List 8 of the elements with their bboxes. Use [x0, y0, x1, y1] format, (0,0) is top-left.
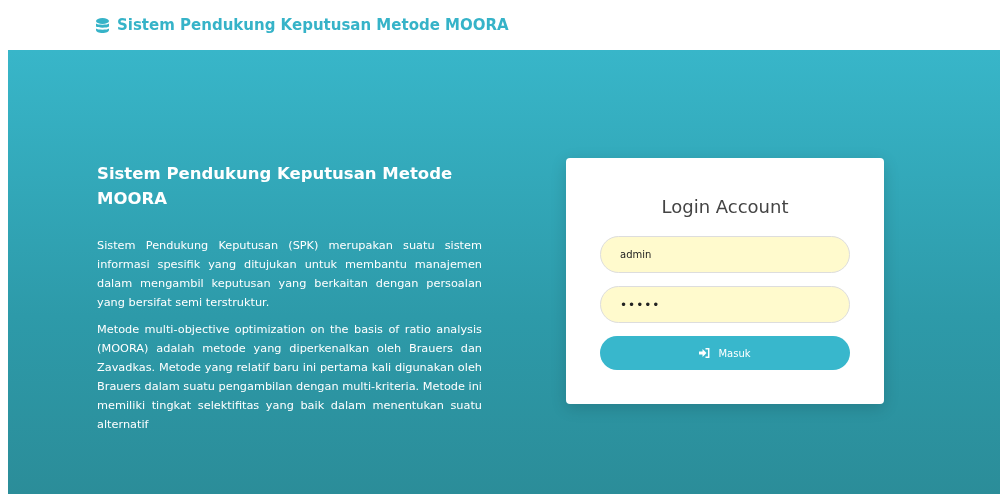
username-field[interactable]: admin — [600, 236, 850, 273]
password-field[interactable]: ••••• — [600, 286, 850, 323]
database-icon — [96, 17, 109, 33]
description-paragraph: Metode multi-objective optimization on the basis of ratio analysis (MOORA) adalah metode yang diperkenalkan oleh Brauers dan Zavadkas. Metode yang relatif baru ini pertama kali digunakan oleh Brauers dalam suatu pengambilan dengan multi-kriteria. Metode ini memiliki tingkat selektifitas yang baik dalam menentukan suatu alternatif — [97, 321, 482, 433]
description-paragraph: Sistem Pendukung Keputusan (SPK) merupakan suatu sistem informasi spesifik yang ditujukan untuk membantu manajemen dalam mengambil keputusan yang berkaitan dengan persoalan yang bersifat semi terstruktur. — [97, 237, 482, 311]
hero-title: Sistem Pendukung Keputusan Metode MOORA — [97, 163, 454, 210]
sign-in-icon — [699, 348, 711, 358]
login-title: Login Account — [660, 195, 790, 219]
